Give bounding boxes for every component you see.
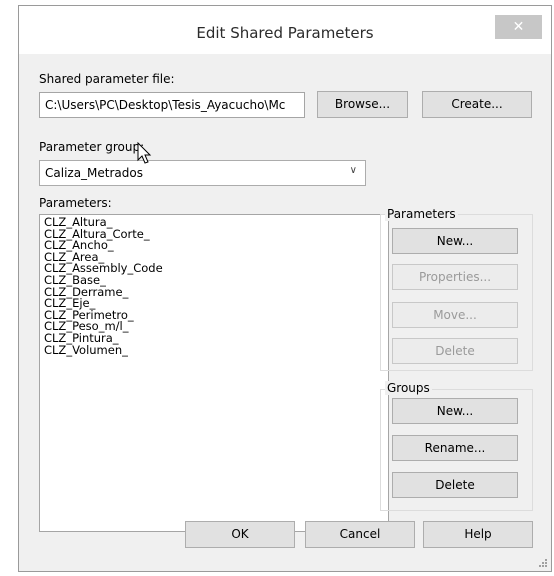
ok-button[interactable]: OK: [185, 521, 295, 548]
title-bar: Edit Shared Parameters ✕: [19, 6, 551, 54]
shared-file-path-field[interactable]: C:\Users\PC\Desktop\Tesis_Ayacucho\Mc: [39, 92, 305, 118]
resize-grip-icon[interactable]: [538, 558, 548, 568]
cancel-button[interactable]: Cancel: [305, 521, 415, 548]
group-delete-button[interactable]: Delete: [392, 472, 518, 498]
parameters-groupbox-title: Parameters: [385, 207, 458, 221]
help-button[interactable]: Help: [423, 521, 533, 548]
list-item[interactable]: CLZ_Volumen_: [44, 344, 388, 357]
parameter-delete-button[interactable]: Delete: [392, 338, 518, 364]
parameter-group-label: Parameter group:: [39, 140, 145, 154]
close-icon: ✕: [512, 19, 525, 35]
browse-button[interactable]: Browse...: [317, 91, 408, 118]
parameter-group-select[interactable]: Caliza_Metrados ∨: [39, 160, 366, 186]
groups-groupbox-title: Groups: [385, 381, 432, 395]
group-rename-button[interactable]: Rename...: [392, 435, 518, 461]
shared-file-label: Shared parameter file:: [39, 72, 175, 86]
close-button[interactable]: ✕: [495, 15, 542, 39]
list-item[interactable]: CLZ_Derrame_: [44, 286, 388, 299]
parameters-listbox[interactable]: CLZ_Altura_ CLZ_Altura_Corte_ CLZ_Ancho_…: [39, 214, 389, 532]
dialog-title: Edit Shared Parameters: [196, 24, 374, 42]
chevron-down-icon: ∨: [349, 165, 357, 176]
parameters-label: Parameters:: [39, 196, 112, 210]
group-new-button[interactable]: New...: [392, 398, 518, 424]
edit-shared-parameters-dialog: Edit Shared Parameters ✕ Shared paramete…: [18, 5, 552, 572]
parameter-new-button[interactable]: New...: [392, 228, 518, 254]
parameter-properties-button[interactable]: Properties...: [392, 264, 518, 290]
parameter-move-button[interactable]: Move...: [392, 302, 518, 328]
parameter-group-value: Caliza_Metrados: [45, 166, 143, 180]
mouse-cursor-icon: [137, 142, 152, 164]
create-button[interactable]: Create...: [422, 91, 532, 118]
